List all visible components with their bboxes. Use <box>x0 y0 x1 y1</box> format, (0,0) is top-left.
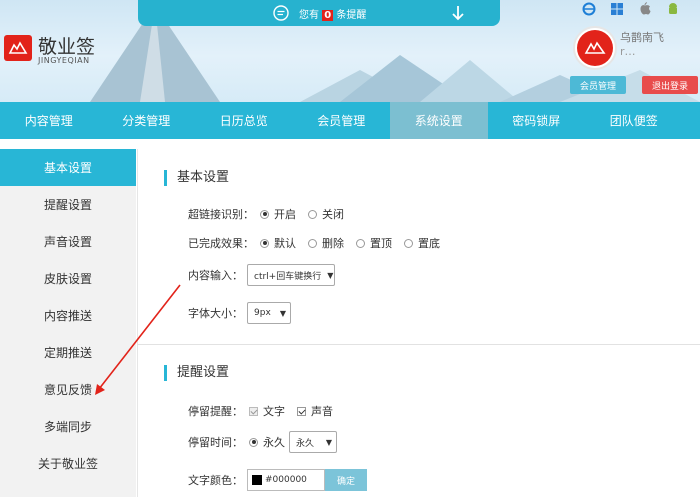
annotation-arrow <box>95 284 181 395</box>
